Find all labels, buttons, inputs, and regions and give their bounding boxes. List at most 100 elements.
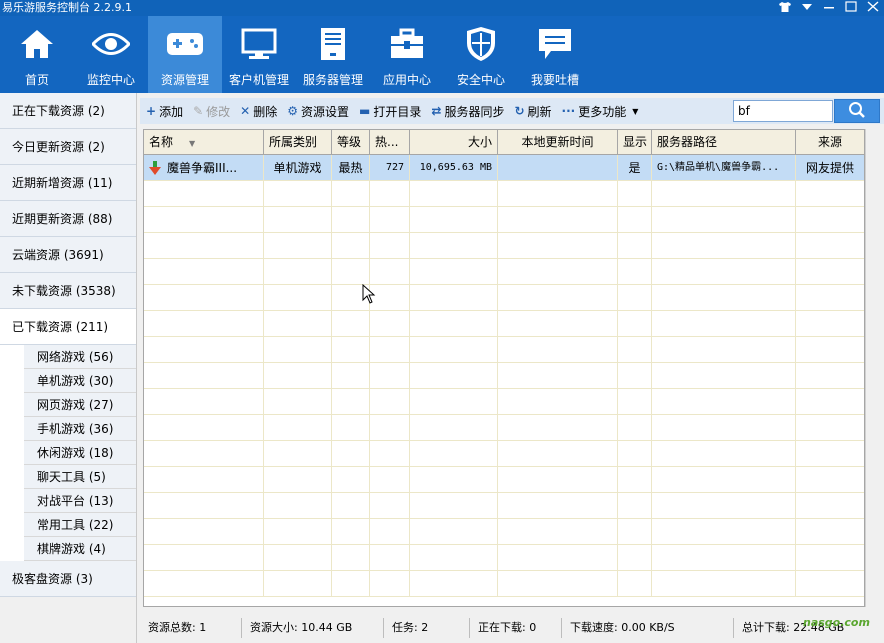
col-header-category[interactable]: 所属类别 [264,130,332,155]
empty-cell [410,363,498,389]
sidebar-sub-item-casual[interactable]: 休闲游戏 (18) [24,441,136,465]
sidebar-item-recent-updated[interactable]: 近期更新资源 (88) [0,201,136,237]
sidebar-sub-item-tools[interactable]: 常用工具 (22) [24,513,136,537]
col-header-size[interactable]: 大小 [410,130,498,155]
empty-cell [370,259,410,285]
resource-settings-button[interactable]: ⚙ 资源设置 [287,103,349,120]
nav-clients[interactable]: 客户机管理 [222,16,296,93]
empty-cell [796,389,864,415]
empty-cell [618,571,652,597]
nav-feedback[interactable]: 我要吐槽 [518,16,592,93]
sidebar-sub-item-mobile[interactable]: 手机游戏 (36) [24,417,136,441]
edit-button[interactable]: ✎ 修改 [193,103,230,120]
maximize-icon[interactable] [844,0,858,16]
delete-button[interactable]: ✕ 删除 [240,103,277,120]
empty-cell [498,285,618,311]
empty-cell [144,311,264,337]
empty-cell [144,415,264,441]
sidebar-item-downloading[interactable]: 正在下载资源 (2) [0,93,136,129]
sidebar-sub-item-single[interactable]: 单机游戏 (30) [24,369,136,393]
x-icon: ✕ [240,104,251,118]
sidebar-sub-item-board[interactable]: 棋牌游戏 (4) [24,537,136,561]
empty-cell [332,571,370,597]
empty-cell [370,467,410,493]
sidebar-sub-item-chat[interactable]: 聊天工具 (5) [24,465,136,489]
empty-cell [618,181,652,207]
sidebar-item-not-downloaded[interactable]: 未下载资源 (3538) [0,273,136,309]
refresh-button[interactable]: ↻ 刷新 [514,103,551,120]
grid-scrollbar[interactable] [865,129,884,607]
empty-cell [652,441,796,467]
empty-cell [264,467,332,493]
empty-cell [796,311,864,337]
menu-dropdown-icon[interactable] [800,0,814,16]
sync-icon: ⇄ [431,104,442,118]
nav-security[interactable]: 安全中心 [444,16,518,93]
empty-cell [618,337,652,363]
col-header-name[interactable]: 名称 ▼ [144,130,264,155]
empty-cell [652,493,796,519]
empty-cell [410,285,498,311]
empty-cell [332,389,370,415]
empty-cell [652,519,796,545]
col-header-updated[interactable]: 本地更新时间 [498,130,618,155]
sidebar-sub-item-online[interactable]: 网络游戏 (56) [24,345,136,369]
empty-cell [410,259,498,285]
empty-cell [618,285,652,311]
empty-cell [410,519,498,545]
nav-resources[interactable]: 资源管理 [148,16,222,93]
empty-cell [652,207,796,233]
col-header-heat[interactable]: 热... [370,130,410,155]
main-nav: 首页 监控中心 资源管理 客户机管理 服务器管理 应用中心 安全中心 我要吐槽 [0,16,884,93]
col-header-path[interactable]: 服务器路径 [652,130,796,155]
empty-cell [144,467,264,493]
empty-cell [410,545,498,571]
open-dir-button[interactable]: ▬ 打开目录 [359,103,421,120]
search-icon [848,101,866,122]
server-sync-button[interactable]: ⇄ 服务器同步 [431,103,504,120]
empty-cell [144,545,264,571]
sidebar-item-downloaded[interactable]: 已下载资源 (211) [0,309,136,345]
sidebar-item-today-updated[interactable]: 今日更新资源 (2) [0,129,136,165]
empty-cell [332,259,370,285]
empty-cell [796,545,864,571]
empty-cell [370,337,410,363]
empty-cell [264,285,332,311]
eye-icon [91,24,131,64]
empty-row [144,519,864,545]
empty-cell [264,233,332,259]
empty-cell [498,389,618,415]
empty-cell [264,259,332,285]
table-row[interactable]: 魔兽争霸III... 单机游戏 最热 727 10,695.63 MB 是 G:… [144,155,864,181]
empty-row [144,207,864,233]
sidebar-sub-item-battle[interactable]: 对战平台 (13) [24,489,136,513]
empty-cell [332,363,370,389]
empty-cell [370,181,410,207]
nav-apps[interactable]: 应用中心 [370,16,444,93]
status-size: 资源大小: 10.44 GB [242,617,384,638]
close-icon[interactable] [866,0,880,16]
sidebar-item-recent-added[interactable]: 近期新增资源 (11) [0,165,136,201]
sidebar-item-cloud[interactable]: 云端资源 (3691) [0,237,136,273]
col-header-source[interactable]: 来源 [796,130,864,155]
search-input[interactable]: bf [733,100,833,122]
empty-cell [652,181,796,207]
empty-cell [618,415,652,441]
empty-cell [796,467,864,493]
minimize-icon[interactable] [822,0,836,16]
empty-cell [332,493,370,519]
search-button[interactable] [834,99,880,123]
shirt-icon[interactable] [778,0,792,16]
add-button[interactable]: + 添加 [146,103,183,120]
nav-home[interactable]: 首页 [0,16,74,93]
nav-servers[interactable]: 服务器管理 [296,16,370,93]
more-functions-button[interactable]: ··· 更多功能 ▼ [562,103,639,120]
col-header-level[interactable]: 等级 [332,130,370,155]
sidebar-item-geek-disk[interactable]: 极客盘资源 (3) [0,561,136,597]
empty-cell [370,545,410,571]
empty-cell [332,441,370,467]
col-header-show[interactable]: 显示 [618,130,652,155]
nav-monitor[interactable]: 监控中心 [74,16,148,93]
sidebar-sub-item-web[interactable]: 网页游戏 (27) [24,393,136,417]
mouse-cursor-icon [362,283,376,307]
